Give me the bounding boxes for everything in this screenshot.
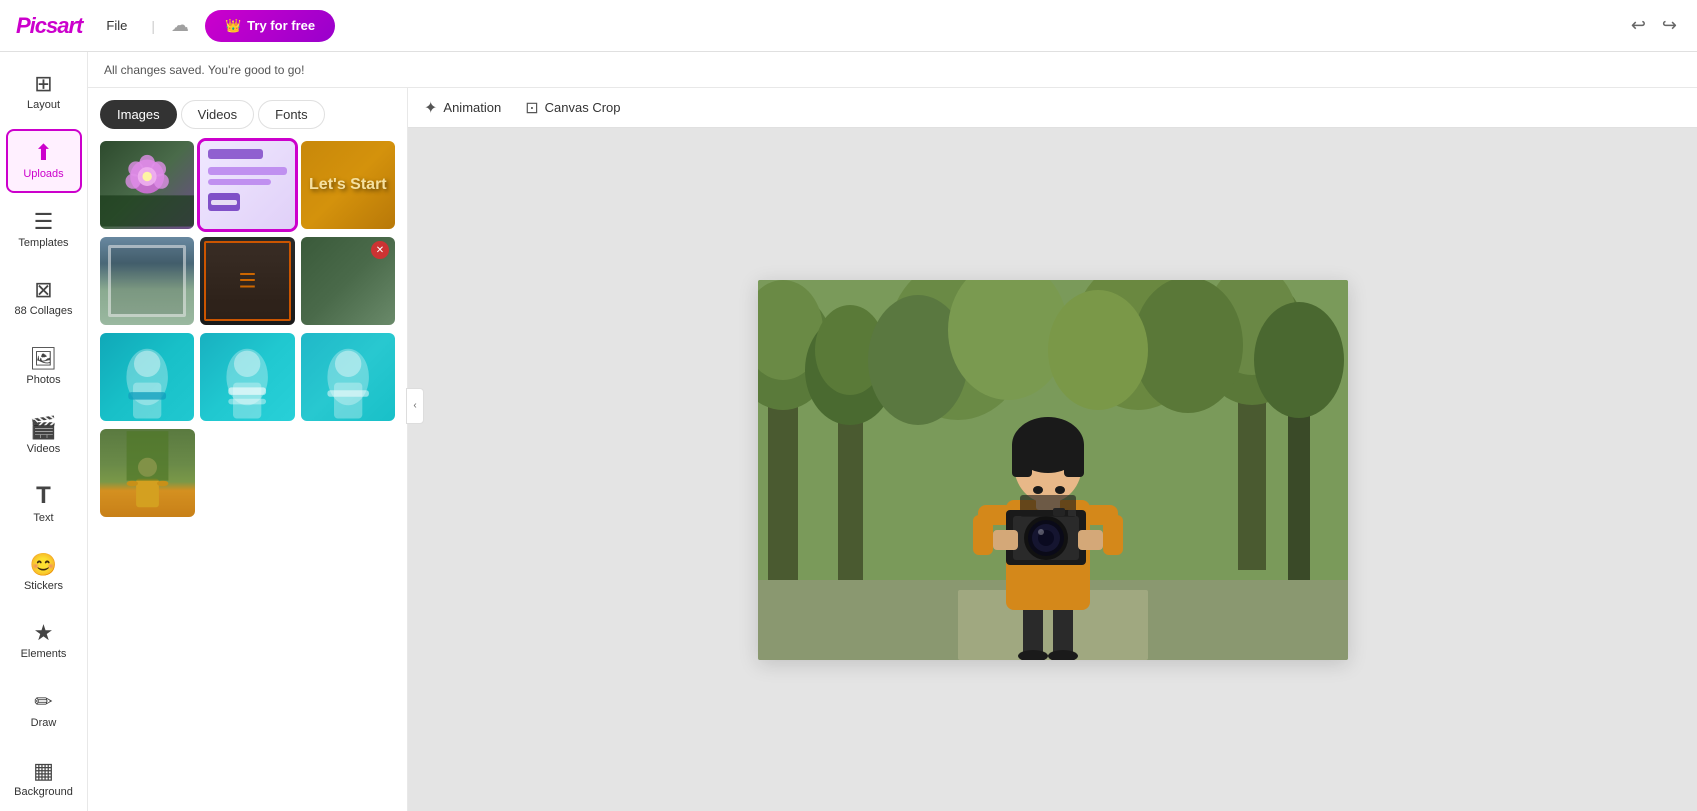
animation-tool[interactable]: ✦ Animation (424, 98, 501, 118)
photos-icon: 🖼 (30, 348, 58, 370)
stickers-icon: 😊 (30, 554, 57, 576)
layout-icon: ⊞ (34, 73, 52, 95)
undo-button[interactable]: ↩ (1627, 11, 1650, 40)
sidebar-label-elements: Elements (21, 648, 67, 660)
canvas-content (408, 128, 1697, 811)
image-row-4 (100, 429, 395, 517)
sidebar-item-draw[interactable]: ✏ Draw (6, 678, 82, 743)
sidebar-item-stickers[interactable]: 😊 Stickers (6, 540, 82, 605)
uploads-icon: ⬆ (34, 142, 52, 164)
thumb-teal-1[interactable] (100, 333, 194, 421)
sidebar-item-uploads[interactable]: ⬆ Uploads (6, 129, 82, 194)
sidebar-item-text[interactable]: T Text (6, 472, 82, 537)
canvas-toolbar: ✦ Animation ⊡ Canvas Crop (408, 88, 1697, 128)
sidebar-item-photos[interactable]: 🖼 Photos (6, 335, 82, 400)
elements-icon: ★ (34, 622, 54, 644)
sidebar-label-uploads: Uploads (23, 168, 63, 180)
file-menu[interactable]: File (98, 14, 135, 37)
canvas-area: ✦ Animation ⊡ Canvas Crop (408, 88, 1697, 811)
thumb-teal-3[interactable] (301, 333, 395, 421)
thumb-person-outdoor[interactable] (100, 429, 195, 517)
image-row-1: Let's Start (100, 141, 395, 229)
sidebar-label-layout: Layout (27, 99, 60, 111)
canvas-crop-label: Canvas Crop (545, 100, 621, 115)
sidebar-item-collages[interactable]: ⊠ 88 Collages (6, 266, 82, 331)
status-bar: All changes saved. You're good to go! (88, 52, 1697, 88)
crown-icon: 👑 (225, 18, 241, 34)
header-divider: | (151, 18, 155, 34)
sidebar-label-photos: Photos (26, 374, 60, 386)
tab-fonts[interactable]: Fonts (258, 100, 325, 129)
header-right: ↩ ↪ (1627, 11, 1681, 40)
thumb-lets-start[interactable]: Let's Start (301, 141, 395, 229)
draw-icon: ✏ (34, 691, 52, 713)
collages-icon: ⊠ (34, 279, 52, 301)
sidebar-label-text: Text (33, 512, 53, 524)
sidebar-item-videos[interactable]: 🎬 Videos (6, 403, 82, 468)
sidebar-label-videos: Videos (27, 443, 60, 455)
thumb-window-3[interactable]: ✕ (301, 237, 395, 325)
animation-icon: ✦ (424, 98, 437, 118)
videos-icon: 🎬 (30, 417, 57, 439)
tab-videos[interactable]: Videos (181, 100, 255, 129)
logo: Picsart (16, 13, 82, 39)
redo-button[interactable]: ↪ (1658, 11, 1681, 40)
thumb-teal-2[interactable] (200, 333, 294, 421)
image-grid: Let's Start ☰ (100, 141, 395, 517)
image-row-3 (100, 333, 395, 421)
image-row-2: ☰ ✕ (100, 237, 395, 325)
sidebar-label-draw: Draw (31, 717, 57, 729)
sidebar-label-background: Background (14, 786, 73, 798)
collapse-panel-button[interactable]: ‹ (406, 388, 424, 424)
thumb-flower[interactable] (100, 141, 194, 229)
try-free-label: Try for free (247, 18, 315, 33)
text-icon: T (36, 484, 51, 508)
sidebar-item-elements[interactable]: ★ Elements (6, 609, 82, 674)
sidebar: ⊞ Layout ⬆ Uploads ☰ Templates ⊠ 88 Coll… (0, 52, 88, 811)
sidebar-item-templates[interactable]: ☰ Templates (6, 197, 82, 262)
canvas-crop-icon: ⊡ (525, 98, 538, 118)
header: Picsart File | ☁ 👑 Try for free ↩ ↪ (0, 0, 1697, 52)
sidebar-item-background[interactable]: ▦ Background (6, 746, 82, 811)
try-free-button[interactable]: 👑 Try for free (205, 10, 335, 42)
upload-panel: Images Videos Fonts (88, 88, 408, 811)
sidebar-label-collages: 88 Collages (14, 305, 72, 317)
sidebar-label-templates: Templates (18, 237, 68, 249)
thumb-window-2[interactable]: ☰ (200, 237, 294, 325)
background-icon: ▦ (33, 760, 54, 782)
sidebar-item-layout[interactable]: ⊞ Layout (6, 60, 82, 125)
undo-redo-controls: ↩ ↪ (1627, 11, 1681, 40)
canvas-image[interactable] (758, 280, 1348, 660)
cloud-icon: ☁ (171, 15, 189, 36)
status-message: All changes saved. You're good to go! (104, 63, 304, 77)
sidebar-label-stickers: Stickers (24, 580, 63, 592)
thumb-window-1[interactable] (100, 237, 194, 325)
tab-images[interactable]: Images (100, 100, 177, 129)
panel-tabs: Images Videos Fonts (100, 100, 395, 129)
templates-icon: ☰ (34, 211, 54, 233)
animation-label: Animation (443, 100, 501, 115)
thumb-purple-ui[interactable] (200, 141, 294, 229)
canvas-crop-tool[interactable]: ⊡ Canvas Crop (525, 98, 620, 118)
